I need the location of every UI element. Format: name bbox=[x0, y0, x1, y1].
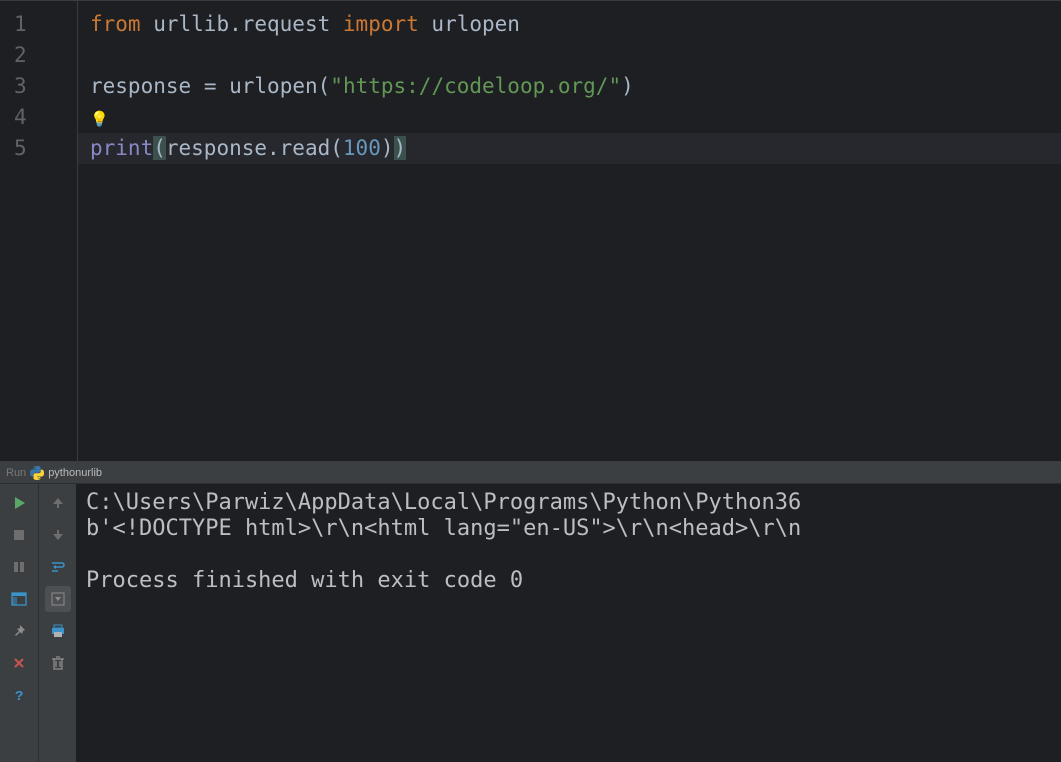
code-line: from urllib.request import urlopen bbox=[90, 9, 1061, 40]
code-line: 💡 bbox=[90, 102, 1061, 133]
print-button[interactable] bbox=[45, 618, 71, 644]
soft-wrap-button[interactable] bbox=[45, 554, 71, 580]
close-button[interactable] bbox=[6, 650, 32, 676]
line-number: 4 bbox=[0, 102, 77, 133]
help-button[interactable]: ? bbox=[6, 682, 32, 708]
console-actions-column bbox=[38, 484, 76, 762]
run-config-name[interactable]: pythonurlib bbox=[48, 467, 102, 479]
python-icon bbox=[30, 466, 44, 480]
stop-button[interactable] bbox=[6, 522, 32, 548]
line-number: 1 bbox=[0, 9, 77, 40]
string-literal: "https://codeloop.org/" bbox=[330, 74, 621, 98]
line-number: 2 bbox=[0, 40, 77, 71]
console-line: b'<!DOCTYPE html>\r\n<html lang="en-US">… bbox=[86, 516, 801, 541]
fn-call: urlopen bbox=[229, 74, 318, 98]
code-line: response = urlopen("https://codeloop.org… bbox=[90, 71, 1061, 102]
code-line-active: print(response.read(100)) bbox=[78, 133, 1061, 164]
console-line: Process finished with exit code 0 bbox=[86, 568, 523, 593]
lightbulb-icon[interactable]: 💡 bbox=[90, 110, 109, 128]
layout-button[interactable] bbox=[6, 586, 32, 612]
import-name: urlopen bbox=[431, 12, 520, 36]
console-line: C:\Users\Parwiz\AppData\Local\Programs\P… bbox=[86, 490, 801, 515]
code-line bbox=[90, 40, 1061, 71]
clear-all-button[interactable] bbox=[45, 650, 71, 676]
run-label: Run bbox=[6, 467, 26, 479]
pause-button[interactable] bbox=[6, 554, 32, 580]
scroll-to-end-button[interactable] bbox=[45, 586, 71, 612]
eq: = bbox=[204, 74, 217, 98]
scroll-down-button[interactable] bbox=[45, 522, 71, 548]
paren-highlight: ( bbox=[153, 136, 166, 160]
run-button[interactable] bbox=[6, 490, 32, 516]
keyword-import: import bbox=[343, 12, 419, 36]
scroll-up-button[interactable] bbox=[45, 490, 71, 516]
var-name: response bbox=[90, 74, 191, 98]
number-literal: 100 bbox=[343, 136, 381, 160]
module-name: urllib.request bbox=[153, 12, 330, 36]
editor-pane: 1 2 3 4 5 from urllib.request import url… bbox=[0, 0, 1061, 462]
paren-highlight: ) bbox=[394, 136, 407, 160]
line-number: 5 bbox=[0, 133, 77, 164]
console-output[interactable]: C:\Users\Parwiz\AppData\Local\Programs\P… bbox=[76, 484, 1061, 762]
svg-text:?: ? bbox=[15, 689, 23, 703]
pin-button[interactable] bbox=[6, 618, 32, 644]
keyword-from: from bbox=[90, 12, 141, 36]
line-number: 3 bbox=[0, 71, 77, 102]
run-panel: ? C:\Users\Parwiz\AppData\Local\Programs… bbox=[0, 484, 1061, 762]
builtin-print: print bbox=[90, 136, 153, 160]
run-actions-column: ? bbox=[0, 484, 38, 762]
line-gutter: 1 2 3 4 5 bbox=[0, 1, 78, 461]
run-tool-header: Run pythonurlib bbox=[0, 462, 1061, 484]
method-call: response.read bbox=[166, 136, 330, 160]
code-editor[interactable]: from urllib.request import urlopen respo… bbox=[78, 1, 1061, 461]
